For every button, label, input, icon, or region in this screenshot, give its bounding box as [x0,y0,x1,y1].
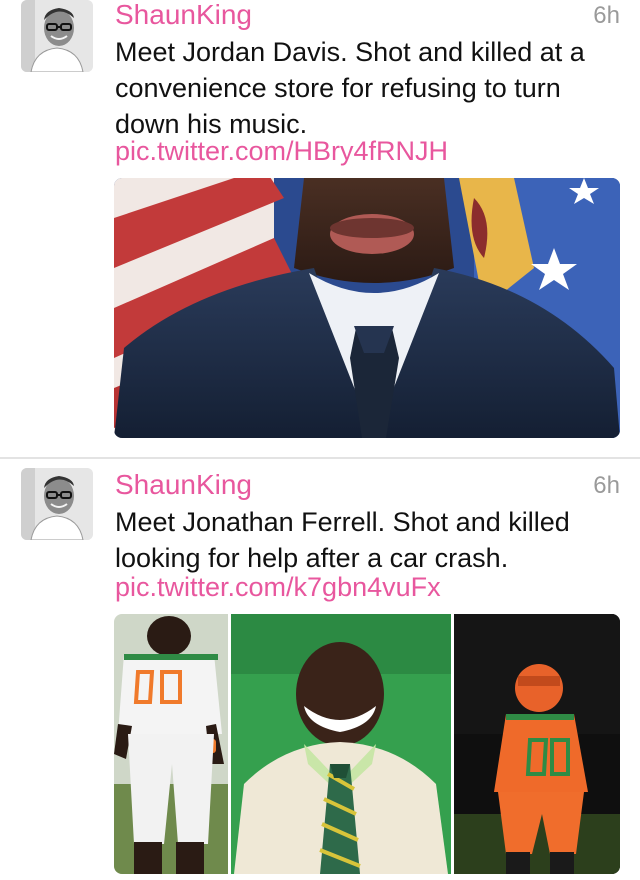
tweet[interactable]: ShaunKing 6h Meet Jordan Davis. Shot and… [0,0,640,458]
collage-photo [114,614,620,874]
tweet-text: Meet Jordan Davis. Shot and killed at a … [115,37,585,139]
media-photo[interactable] [114,614,620,874]
timestamp: 6h [593,2,620,29]
avatar[interactable] [21,0,93,72]
avatar-photo [21,0,93,72]
avatar-photo [21,468,93,540]
user-name[interactable]: ShaunKing [115,470,252,500]
media-link[interactable]: pic.twitter.com/HBry4fRNJH [115,134,448,168]
tweet-divider [0,457,640,459]
media-photo[interactable] [114,178,620,438]
tweet-feed: ShaunKing 6h Meet Jordan Davis. Shot and… [0,0,640,880]
tweet[interactable]: ShaunKing 6h Meet Jonathan Ferrell. Shot… [0,460,640,880]
timestamp: 6h [593,472,620,499]
user-name[interactable]: ShaunKing [115,0,252,30]
portrait-photo [114,178,620,438]
avatar[interactable] [21,468,93,540]
media-link[interactable]: pic.twitter.com/k7gbn4vuFx [115,570,441,604]
tweet-text: Meet Jonathan Ferrell. Shot and killed l… [115,507,570,573]
